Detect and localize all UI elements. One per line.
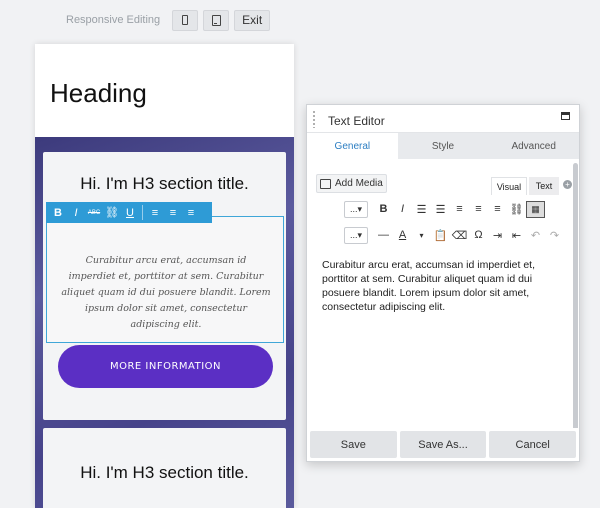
responsive-editing-label: Responsive Editing (66, 14, 161, 26)
bold-button[interactable]: B (374, 203, 393, 215)
italic-button[interactable]: I (67, 207, 85, 219)
font-size-value: ... (349, 230, 358, 240)
plus-icon[interactable]: + (563, 180, 572, 189)
add-media-label: Add Media (335, 178, 383, 189)
text-editor-panel: Text Editor General Style Advanced Add M… (306, 104, 580, 462)
scrollbar[interactable] (573, 163, 578, 431)
panel-tabs: General Style Advanced (307, 133, 579, 159)
exit-button[interactable]: Exit (234, 9, 271, 31)
tablet-view-button[interactable] (203, 9, 230, 31)
horizontal-rule-icon[interactable]: — (374, 229, 393, 241)
background-section: Hi. I'm H3 section title. Curabitur arcu… (35, 137, 294, 508)
align-center-icon[interactable]: ≡ (469, 203, 488, 215)
redo-icon[interactable]: ↷ (545, 229, 564, 242)
panel-header[interactable]: Text Editor (307, 105, 579, 133)
align-right-icon[interactable]: ≡ (488, 203, 507, 215)
toolbar-toggle-icon[interactable]: ▦ (526, 200, 545, 218)
minimize-icon[interactable] (561, 112, 570, 120)
content-card: Hi. I'm H3 section title. Curabitur arcu… (43, 152, 286, 420)
phone-view-button[interactable] (172, 9, 199, 31)
paste-text-icon[interactable]: 📋 (431, 229, 450, 242)
card-title: Hi. I'm H3 section title. (80, 174, 249, 193)
inline-format-toolbar: B I ABC ⛓ U ≡ ≡ ≡ (46, 202, 212, 223)
tab-style[interactable]: Style (398, 133, 489, 159)
content-card: Hi. I'm H3 section title. (43, 428, 286, 508)
card-body-text: Curabitur arcu erat, accumsan id imperdi… (61, 255, 271, 330)
editor-area: Add Media Visual Text + ... ▾ B I ☰ ☰ ≡ ≡… (307, 160, 572, 446)
bulleted-list-icon[interactable]: ☰ (412, 203, 431, 216)
tab-visual[interactable]: Visual (491, 177, 527, 195)
add-media-button[interactable]: Add Media (316, 174, 387, 193)
link-icon[interactable]: ⛓ (507, 203, 526, 216)
clear-formatting-icon[interactable]: ⌫ (450, 229, 469, 242)
link-icon[interactable]: ⛓ (103, 206, 121, 219)
strikethrough-button[interactable]: ABC (85, 210, 103, 216)
indent-icon[interactable]: ⇥ (488, 229, 507, 242)
align-left-icon[interactable]: ≡ (146, 207, 164, 219)
bold-button[interactable]: B (49, 207, 67, 219)
align-right-icon[interactable]: ≡ (182, 207, 200, 219)
editor-toolbar-row-2: ... ▾ — A ▾ 📋 ⌫ Ω ⇥ ⇤ ↶ ↷ (344, 226, 564, 244)
font-size-select[interactable]: ... ▾ (344, 226, 368, 244)
tab-general[interactable]: General (307, 133, 398, 159)
cancel-button[interactable]: Cancel (489, 431, 577, 458)
save-as-button[interactable]: Save As... (399, 431, 487, 458)
responsive-editing-bar: Responsive Editing Exit (66, 9, 275, 31)
panel-title: Text Editor (328, 114, 385, 128)
editor-content[interactable]: Curabitur arcu erat, accumsan id imperdi… (322, 258, 572, 314)
numbered-list-icon[interactable]: ☰ (431, 203, 450, 216)
align-center-icon[interactable]: ≡ (164, 207, 182, 219)
more-information-button[interactable]: MORE INFORMATION (58, 345, 273, 388)
page-heading: Heading (50, 78, 147, 108)
text-editor-module[interactable]: Curabitur arcu erat, accumsan id imperdi… (46, 216, 284, 343)
paragraph-format-select[interactable]: ... ▾ (344, 200, 368, 218)
italic-button[interactable]: I (393, 203, 412, 215)
paragraph-format-value: ... (349, 204, 358, 214)
undo-icon[interactable]: ↶ (526, 229, 545, 242)
page-preview: Heading Hi. I'm H3 section title. Curabi… (35, 44, 294, 508)
toolbar-divider (142, 205, 143, 220)
special-character-icon[interactable]: Ω (469, 229, 488, 241)
tablet-icon (211, 14, 221, 26)
text-color-icon[interactable]: A (393, 229, 412, 241)
tab-advanced[interactable]: Advanced (488, 133, 579, 159)
align-left-icon[interactable]: ≡ (450, 203, 469, 215)
media-icon (320, 178, 331, 189)
save-button[interactable]: Save (310, 431, 397, 458)
outdent-icon[interactable]: ⇤ (507, 229, 526, 242)
card-title: Hi. I'm H3 section title. (80, 463, 249, 482)
heading-module[interactable]: Heading (35, 44, 294, 137)
drag-handle-icon[interactable] (312, 110, 316, 128)
underline-button[interactable]: U (121, 207, 139, 219)
tab-text[interactable]: Text (529, 177, 559, 195)
editor-toolbar-row-1: ... ▾ B I ☰ ☰ ≡ ≡ ≡ ⛓ ▦ (344, 200, 545, 218)
chevron-down-icon[interactable]: ▾ (412, 231, 431, 240)
phone-icon (182, 15, 189, 25)
panel-footer: Save Save As... Cancel (307, 428, 579, 461)
